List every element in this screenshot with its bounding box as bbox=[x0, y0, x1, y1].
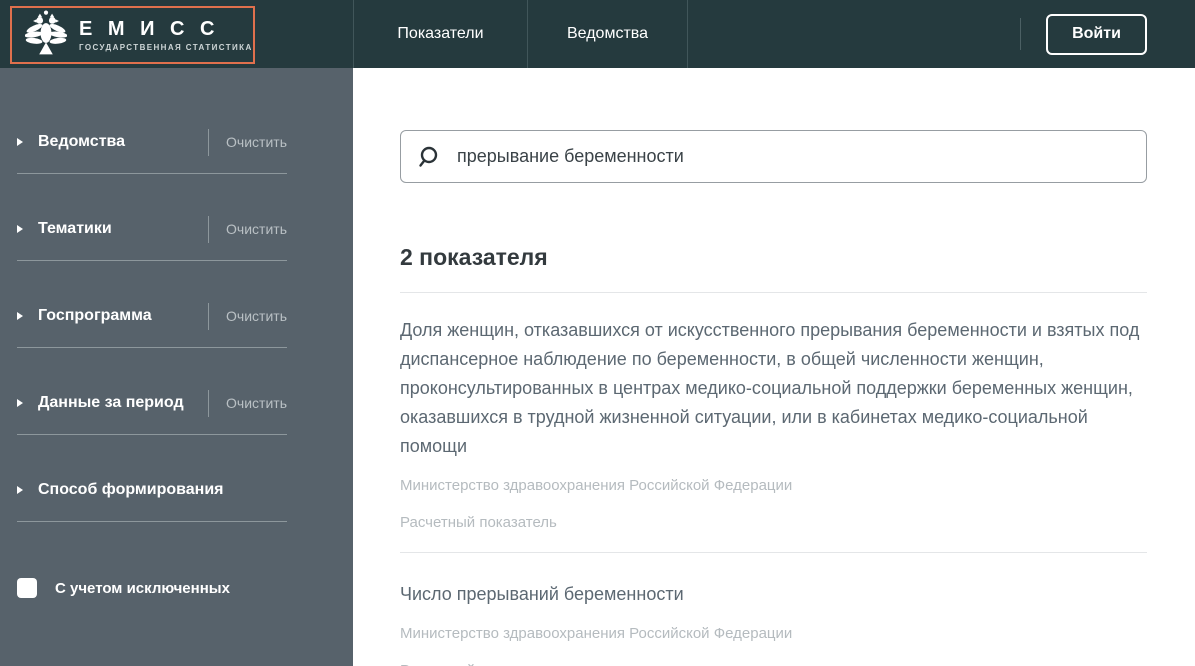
logo-area: Е М И С С ГОСУДАРСТВЕННАЯ СТАТИСТИКА bbox=[0, 0, 353, 68]
search-icon bbox=[418, 145, 442, 169]
result-agency: Министерство здравоохранения Российской … bbox=[400, 477, 793, 494]
filter-method[interactable]: Способ формирования bbox=[17, 480, 287, 500]
chevron-right-icon bbox=[17, 312, 23, 320]
clear-filter-button[interactable]: Очистить bbox=[226, 221, 287, 237]
filter-gosprogram[interactable]: Госпрограмма Очистить bbox=[17, 302, 287, 330]
filter-label: Тематики bbox=[38, 220, 112, 237]
emiss-logo[interactable]: Е М И С С ГОСУДАРСТВЕННАЯ СТАТИСТИКА bbox=[10, 6, 255, 64]
include-excluded-row[interactable]: С учетом исключенных bbox=[17, 578, 353, 598]
filter-label: Способ формирования bbox=[38, 481, 224, 498]
include-excluded-checkbox[interactable] bbox=[17, 578, 37, 598]
divider bbox=[17, 521, 287, 522]
include-excluded-label: С учетом исключенных bbox=[55, 579, 230, 597]
filter-label: Данные за период bbox=[38, 394, 184, 411]
login-button[interactable]: Войти bbox=[1046, 13, 1147, 55]
filter-period[interactable]: Данные за период Очистить bbox=[17, 389, 287, 417]
filter-separator bbox=[208, 128, 210, 156]
divider bbox=[17, 260, 287, 261]
result-title-link[interactable]: Число прерываний беременности bbox=[400, 580, 1147, 609]
result-item: Доля женщин, отказавшихся от искусственн… bbox=[400, 316, 1147, 531]
clear-filter-button[interactable]: Очистить bbox=[226, 134, 287, 150]
result-item: Число прерываний беременности Министерст… bbox=[400, 580, 1147, 666]
chevron-right-icon bbox=[17, 486, 23, 494]
chevron-right-icon bbox=[17, 399, 23, 407]
result-kind: Расчетный показатель bbox=[400, 514, 557, 531]
top-header: Е М И С С ГОСУДАРСТВЕННАЯ СТАТИСТИКА Пок… bbox=[0, 0, 1195, 68]
filter-separator bbox=[208, 302, 210, 330]
divider bbox=[17, 347, 287, 348]
filter-separator bbox=[208, 389, 210, 417]
clear-filter-button[interactable]: Очистить bbox=[226, 395, 287, 411]
page-layout: Ведомства Очистить Тематики Очистить Гос… bbox=[0, 68, 1195, 666]
filter-label: Госпрограмма bbox=[38, 307, 152, 324]
logo-subtitle: ГОСУДАРСТВЕННАЯ СТАТИСТИКА bbox=[79, 43, 253, 52]
divider bbox=[17, 173, 287, 174]
filters-sidebar: Ведомства Очистить Тематики Очистить Гос… bbox=[0, 68, 353, 666]
filter-section-method: Способ формирования bbox=[17, 480, 287, 522]
filter-section-agencies: Ведомства Очистить bbox=[17, 128, 287, 174]
results-count-heading: 2 показателя bbox=[400, 244, 548, 270]
divider bbox=[400, 552, 1147, 553]
result-agency: Министерство здравоохранения Российской … bbox=[400, 625, 793, 642]
filter-agencies[interactable]: Ведомства Очистить bbox=[17, 128, 287, 156]
chevron-right-icon bbox=[17, 225, 23, 233]
result-kind: Расчетный показатель bbox=[400, 662, 1147, 666]
chevron-right-icon bbox=[17, 138, 23, 146]
header-separator bbox=[1020, 18, 1021, 50]
filter-section-gosprogram: Госпрограмма Очистить bbox=[17, 302, 287, 348]
search-input[interactable] bbox=[457, 146, 1129, 167]
result-title-link[interactable]: Доля женщин, отказавшихся от искусственн… bbox=[400, 316, 1147, 461]
filter-topics[interactable]: Тематики Очистить bbox=[17, 215, 287, 243]
nav-item-indicators[interactable]: Показатели bbox=[354, 0, 528, 68]
nav-item-agencies[interactable]: Ведомства bbox=[528, 0, 688, 68]
filter-section-topics: Тематики Очистить bbox=[17, 215, 287, 261]
coat-of-arms-eagle-icon bbox=[24, 10, 68, 61]
filter-separator bbox=[208, 215, 210, 243]
logo-text: Е М И С С ГОСУДАРСТВЕННАЯ СТАТИСТИКА bbox=[79, 18, 253, 52]
filter-section-period: Данные за период Очистить bbox=[17, 389, 287, 435]
divider bbox=[400, 292, 1147, 293]
search-box bbox=[400, 130, 1147, 183]
main-nav: Показатели Ведомства bbox=[353, 0, 688, 68]
logo-title: Е М И С С bbox=[79, 18, 220, 40]
clear-filter-button[interactable]: Очистить bbox=[226, 308, 287, 324]
filter-label: Ведомства bbox=[38, 133, 126, 150]
header-right: Войти bbox=[1020, 0, 1195, 68]
main-content: 2 показателя Доля женщин, отказавшихся о… bbox=[353, 68, 1195, 666]
divider bbox=[17, 434, 287, 435]
